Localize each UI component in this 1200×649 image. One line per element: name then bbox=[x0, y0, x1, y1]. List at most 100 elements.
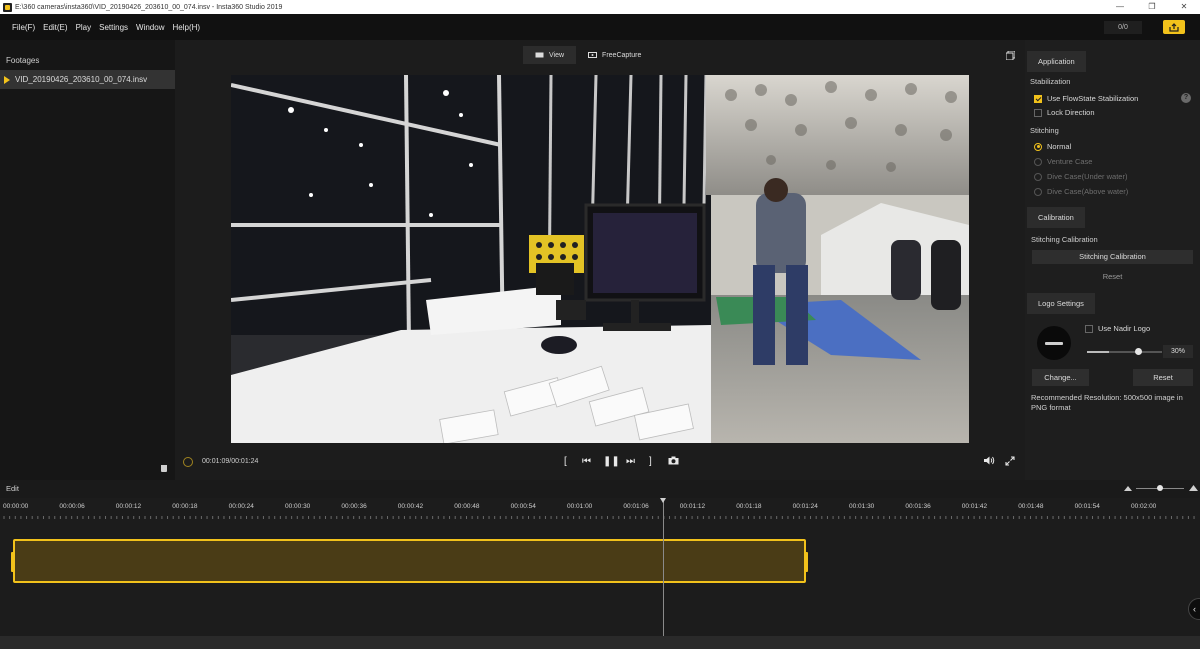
trash-icon[interactable] bbox=[161, 465, 167, 472]
footages-title: Footages bbox=[6, 56, 40, 65]
ruler-tick-label: 00:01:06 bbox=[623, 503, 649, 510]
app-icon bbox=[3, 2, 12, 12]
export-queue-counter[interactable]: 0/0 bbox=[1104, 21, 1142, 34]
panel-toggle-icon[interactable] bbox=[1006, 51, 1015, 60]
ruler-tick-label: 00:01:48 bbox=[1018, 503, 1044, 510]
settings-panel: Application Stabilization Use FlowState … bbox=[1025, 40, 1200, 480]
stitching-option-normal[interactable]: Normal bbox=[1034, 139, 1071, 154]
window-controls: — ❐ ✕ bbox=[1104, 0, 1200, 14]
radio-icon[interactable] bbox=[1034, 187, 1042, 196]
stitching-option-dive-under[interactable]: Dive Case(Under water) bbox=[1034, 169, 1127, 184]
stitching-option-label: Dive Case(Under water) bbox=[1047, 172, 1128, 181]
clip-trim-handle-left[interactable] bbox=[11, 552, 15, 572]
footage-item[interactable]: VID_20190426_203610_00_074.insv bbox=[0, 70, 175, 89]
menu-edit[interactable]: Edit(E) bbox=[43, 23, 67, 32]
stitching-option-venture[interactable]: Venture Case bbox=[1034, 154, 1092, 169]
tab-calibration[interactable]: Calibration bbox=[1027, 207, 1085, 228]
logo-opacity-value[interactable]: 30% bbox=[1163, 345, 1193, 358]
locate-icon[interactable] bbox=[183, 457, 193, 467]
fullscreen-icon[interactable] bbox=[1005, 456, 1015, 469]
lock-direction-checkbox[interactable] bbox=[1034, 108, 1042, 117]
close-icon[interactable]: ✕ bbox=[1168, 0, 1200, 14]
video-preview[interactable] bbox=[231, 75, 969, 443]
window-title: E:\360 cameras\insta360\VID_20190426_203… bbox=[15, 3, 283, 11]
ruler-tick-label: 00:00:54 bbox=[510, 503, 536, 510]
ruler-tick-label: 00:00:12 bbox=[115, 503, 142, 510]
player-area: View FreeCapture 00:01:09/00:01:24 [⏮ ❚… bbox=[175, 40, 1025, 480]
radio-icon[interactable] bbox=[1034, 172, 1042, 181]
insta360-logo bbox=[1045, 341, 1063, 345]
playback-time: 00:01:09/00:01:24 bbox=[202, 458, 259, 465]
collapse-panel-icon[interactable]: ‹ bbox=[1188, 598, 1200, 620]
tab-freecapture[interactable]: FreeCapture bbox=[576, 46, 653, 64]
radio-selected-icon[interactable] bbox=[1034, 142, 1042, 151]
timeline-zoom-slider[interactable] bbox=[1136, 485, 1184, 491]
previous-icon[interactable]: ⏮ bbox=[582, 456, 591, 467]
flowstate-checkbox[interactable] bbox=[1034, 94, 1042, 103]
stitching-option-dive-above[interactable]: Dive Case(Above water) bbox=[1034, 184, 1128, 199]
ruler-tick-label: 00:00:48 bbox=[454, 503, 480, 510]
tab-application[interactable]: Application bbox=[1027, 51, 1086, 72]
ruler-tick-label: 00:01:30 bbox=[849, 503, 875, 510]
flowstate-checkbox-row[interactable]: Use FlowState Stabilization bbox=[1034, 91, 1194, 106]
ruler-tick-label: 00:01:42 bbox=[961, 503, 988, 510]
menu-settings[interactable]: Settings bbox=[99, 23, 128, 32]
timeline[interactable]: 00:00:00 00:00:06 00:00:12 00:00:18 00:00:24… bbox=[0, 498, 1200, 636]
help-icon[interactable]: ? bbox=[1181, 93, 1191, 103]
zoom-in-icon[interactable] bbox=[1189, 484, 1198, 491]
zoom-out-icon[interactable] bbox=[1124, 485, 1132, 491]
menu-help[interactable]: Help(H) bbox=[172, 23, 200, 32]
playhead-marker[interactable] bbox=[660, 498, 666, 503]
export-button[interactable] bbox=[1163, 20, 1185, 34]
minimize-icon[interactable]: — bbox=[1104, 0, 1136, 14]
menu-file[interactable]: File(F) bbox=[12, 23, 35, 32]
stitching-option-label: Normal bbox=[1047, 142, 1072, 151]
tab-freecapture-label: FreeCapture bbox=[602, 51, 642, 59]
volume-icon[interactable] bbox=[984, 456, 995, 468]
lock-direction-row[interactable]: Lock Direction bbox=[1034, 105, 1095, 120]
video-frame bbox=[231, 75, 969, 443]
change-logo-button[interactable]: Change... bbox=[1032, 369, 1089, 386]
slider-thumb[interactable] bbox=[1135, 348, 1142, 355]
playhead[interactable] bbox=[660, 498, 666, 636]
logo-reset-button[interactable]: Reset bbox=[1133, 369, 1193, 386]
maximize-icon[interactable]: ❐ bbox=[1136, 0, 1168, 14]
export-icon bbox=[1169, 22, 1179, 32]
tab-logo-settings[interactable]: Logo Settings bbox=[1027, 293, 1095, 314]
stabilization-title: Stabilization bbox=[1030, 77, 1071, 86]
ruler-tick-label: 00:01:24 bbox=[792, 503, 818, 510]
ruler-minor-ticks bbox=[3, 516, 1195, 519]
tab-view-label: View bbox=[549, 51, 565, 59]
stitching-calibration-title: Stitching Calibration bbox=[1031, 235, 1098, 244]
recommended-resolution-text: Recommended Resolution: 500x500 image in… bbox=[1031, 393, 1183, 412]
timeline-clip[interactable] bbox=[11, 539, 808, 583]
stitching-option-label: Dive Case(Above water) bbox=[1047, 187, 1129, 196]
tab-view[interactable]: View bbox=[523, 46, 577, 64]
lock-direction-label: Lock Direction bbox=[1047, 108, 1095, 117]
flowstate-label: Use FlowState Stabilization bbox=[1047, 94, 1139, 103]
menu-play[interactable]: Play bbox=[76, 23, 92, 32]
zoom-slider-thumb[interactable] bbox=[1157, 485, 1163, 491]
calibration-reset-link[interactable]: Reset bbox=[1032, 272, 1193, 281]
menu-window[interactable]: Window bbox=[136, 23, 164, 32]
stitching-calibration-button[interactable]: Stitching Calibration bbox=[1032, 250, 1193, 264]
ruler-tick-label: 00:01:18 bbox=[736, 503, 762, 510]
logo-opacity-slider[interactable] bbox=[1087, 348, 1162, 355]
ruler-tick-label: 00:00:18 bbox=[172, 503, 198, 510]
next-icon[interactable]: ⏭ bbox=[626, 456, 635, 467]
clip-trim-handle-right[interactable] bbox=[804, 552, 808, 572]
radio-icon[interactable] bbox=[1034, 157, 1042, 166]
nadir-logo-checkbox[interactable] bbox=[1085, 324, 1093, 333]
ruler-tick-label: 00:01:00 bbox=[567, 503, 593, 510]
snapshot-icon[interactable] bbox=[668, 456, 679, 468]
ruler-tick-label: 00:00:06 bbox=[59, 503, 85, 510]
pause-icon[interactable]: ❚❚ bbox=[603, 456, 620, 467]
slider-fill bbox=[1087, 351, 1109, 353]
mark-out-icon[interactable]: ] bbox=[649, 456, 652, 467]
freecapture-icon bbox=[588, 52, 598, 58]
nadir-logo-row[interactable]: Use Nadir Logo bbox=[1085, 321, 1150, 336]
ruler-tick-label: 00:01:36 bbox=[905, 503, 931, 510]
mark-in-icon[interactable]: [ bbox=[564, 456, 567, 467]
player-controls: 00:01:09/00:01:24 [ ⏮ ❚❚ ⏭ ] bbox=[175, 454, 1025, 472]
menu-bar: File(F) Edit(E) Play Settings Window Hel… bbox=[0, 14, 1200, 40]
